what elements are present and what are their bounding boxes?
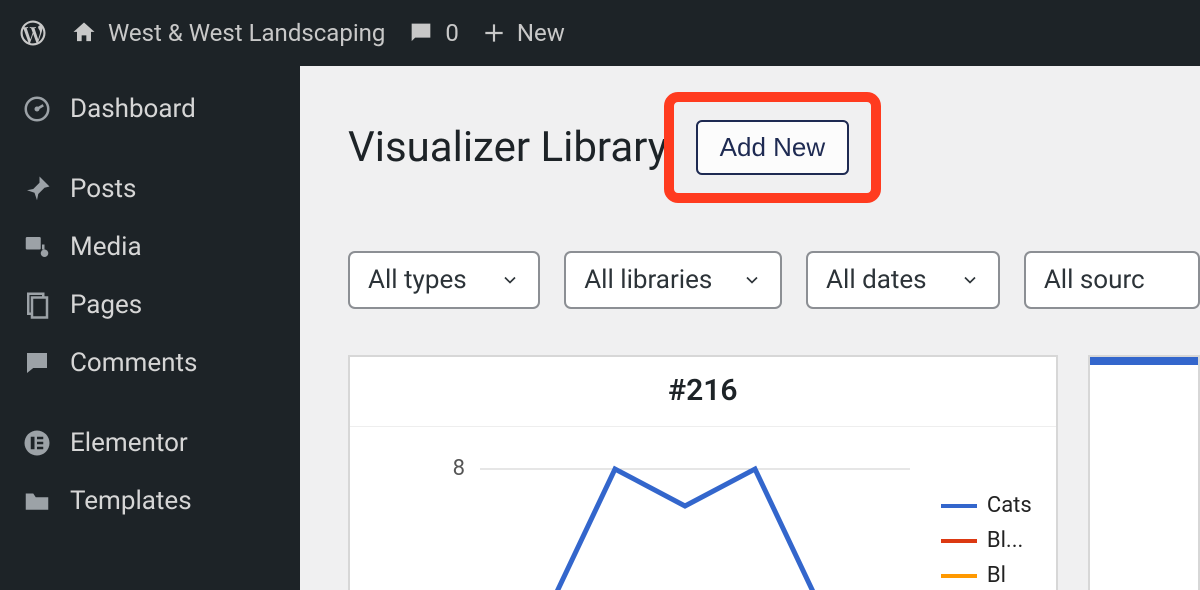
home-icon (70, 19, 98, 47)
legend-item: Cats (941, 493, 1032, 518)
filter-libraries[interactable]: All libraries (564, 251, 782, 309)
admin-sidebar: Dashboard Posts Media Pages Comments Ele… (0, 66, 300, 590)
comment-icon (407, 19, 435, 47)
legend-item: Bl (941, 563, 1032, 588)
new-content-link[interactable]: New (481, 19, 565, 47)
filter-label: All types (368, 265, 467, 295)
filter-label: All sourc (1044, 265, 1145, 295)
page-header: Visualizer Library Add New (348, 92, 1200, 203)
sidebar-item-posts[interactable]: Posts (0, 160, 300, 218)
legend-swatch (941, 504, 977, 508)
site-home-link[interactable]: West & West Landscaping (70, 19, 385, 47)
legend-swatch (941, 574, 977, 578)
sidebar-item-media[interactable]: Media (0, 218, 300, 276)
media-icon (22, 232, 52, 262)
chevron-down-icon (500, 270, 520, 290)
sidebar-item-label: Dashboard (70, 94, 196, 124)
sidebar-item-label: Pages (70, 290, 142, 320)
chart-legend: Cats Bl... Bl (941, 493, 1032, 590)
filter-bar: All types All libraries All dates All so… (348, 251, 1200, 309)
sidebar-item-dashboard[interactable]: Dashboard (0, 80, 300, 138)
main-content: Visualizer Library Add New All types All… (300, 66, 1200, 590)
chevron-down-icon (960, 270, 980, 290)
filter-label: All libraries (584, 265, 712, 295)
sidebar-item-pages[interactable]: Pages (0, 276, 300, 334)
chart-cards: #216 8 Cats Bl... (348, 355, 1200, 590)
filter-types[interactable]: All types (348, 251, 540, 309)
admin-top-bar: West & West Landscaping 0 New (0, 0, 1200, 66)
filter-sources[interactable]: All sourc (1024, 251, 1200, 309)
sidebar-item-label: Templates (70, 486, 192, 516)
plus-icon (481, 20, 507, 46)
legend-label: Cats (987, 493, 1032, 518)
wordpress-logo[interactable] (18, 18, 48, 48)
new-label: New (517, 19, 565, 47)
line-chart: 8 (370, 447, 930, 590)
chart-card-216[interactable]: #216 8 Cats Bl... (348, 355, 1058, 590)
sidebar-item-label: Media (70, 232, 142, 262)
sidebar-item-label: Posts (70, 174, 136, 204)
site-name: West & West Landscaping (108, 19, 385, 47)
dashboard-icon (22, 94, 52, 124)
filter-label: All dates (826, 265, 927, 295)
legend-label: Bl... (987, 528, 1023, 553)
sidebar-item-label: Elementor (70, 428, 188, 458)
sidebar-item-templates[interactable]: Templates (0, 472, 300, 530)
chart-series-cats (545, 469, 825, 590)
chart-card-accent (1090, 357, 1198, 365)
comment-icon (22, 348, 52, 378)
pages-icon (22, 290, 52, 320)
comments-count: 0 (445, 19, 459, 47)
legend-label: Bl (987, 563, 1006, 588)
chart-card-title: #216 (350, 357, 1056, 427)
legend-item: Bl... (941, 528, 1032, 553)
page-title: Visualizer Library (348, 123, 668, 172)
add-new-button[interactable]: Add New (696, 120, 850, 175)
filter-dates[interactable]: All dates (806, 251, 1000, 309)
chevron-down-icon (742, 270, 762, 290)
sidebar-item-elementor[interactable]: Elementor (0, 414, 300, 472)
pin-icon (22, 174, 52, 204)
highlight-annotation: Add New (664, 92, 882, 203)
chart-card-partial[interactable] (1088, 355, 1200, 590)
comments-link[interactable]: 0 (407, 19, 459, 47)
wordpress-icon (18, 18, 48, 48)
folder-icon (22, 486, 52, 516)
elementor-icon (22, 428, 52, 458)
sidebar-item-comments[interactable]: Comments (0, 334, 300, 392)
legend-swatch (941, 539, 977, 543)
y-tick-label: 8 (453, 456, 465, 481)
chart-area: 8 Cats Bl... (350, 427, 1056, 590)
sidebar-item-label: Comments (70, 348, 197, 378)
